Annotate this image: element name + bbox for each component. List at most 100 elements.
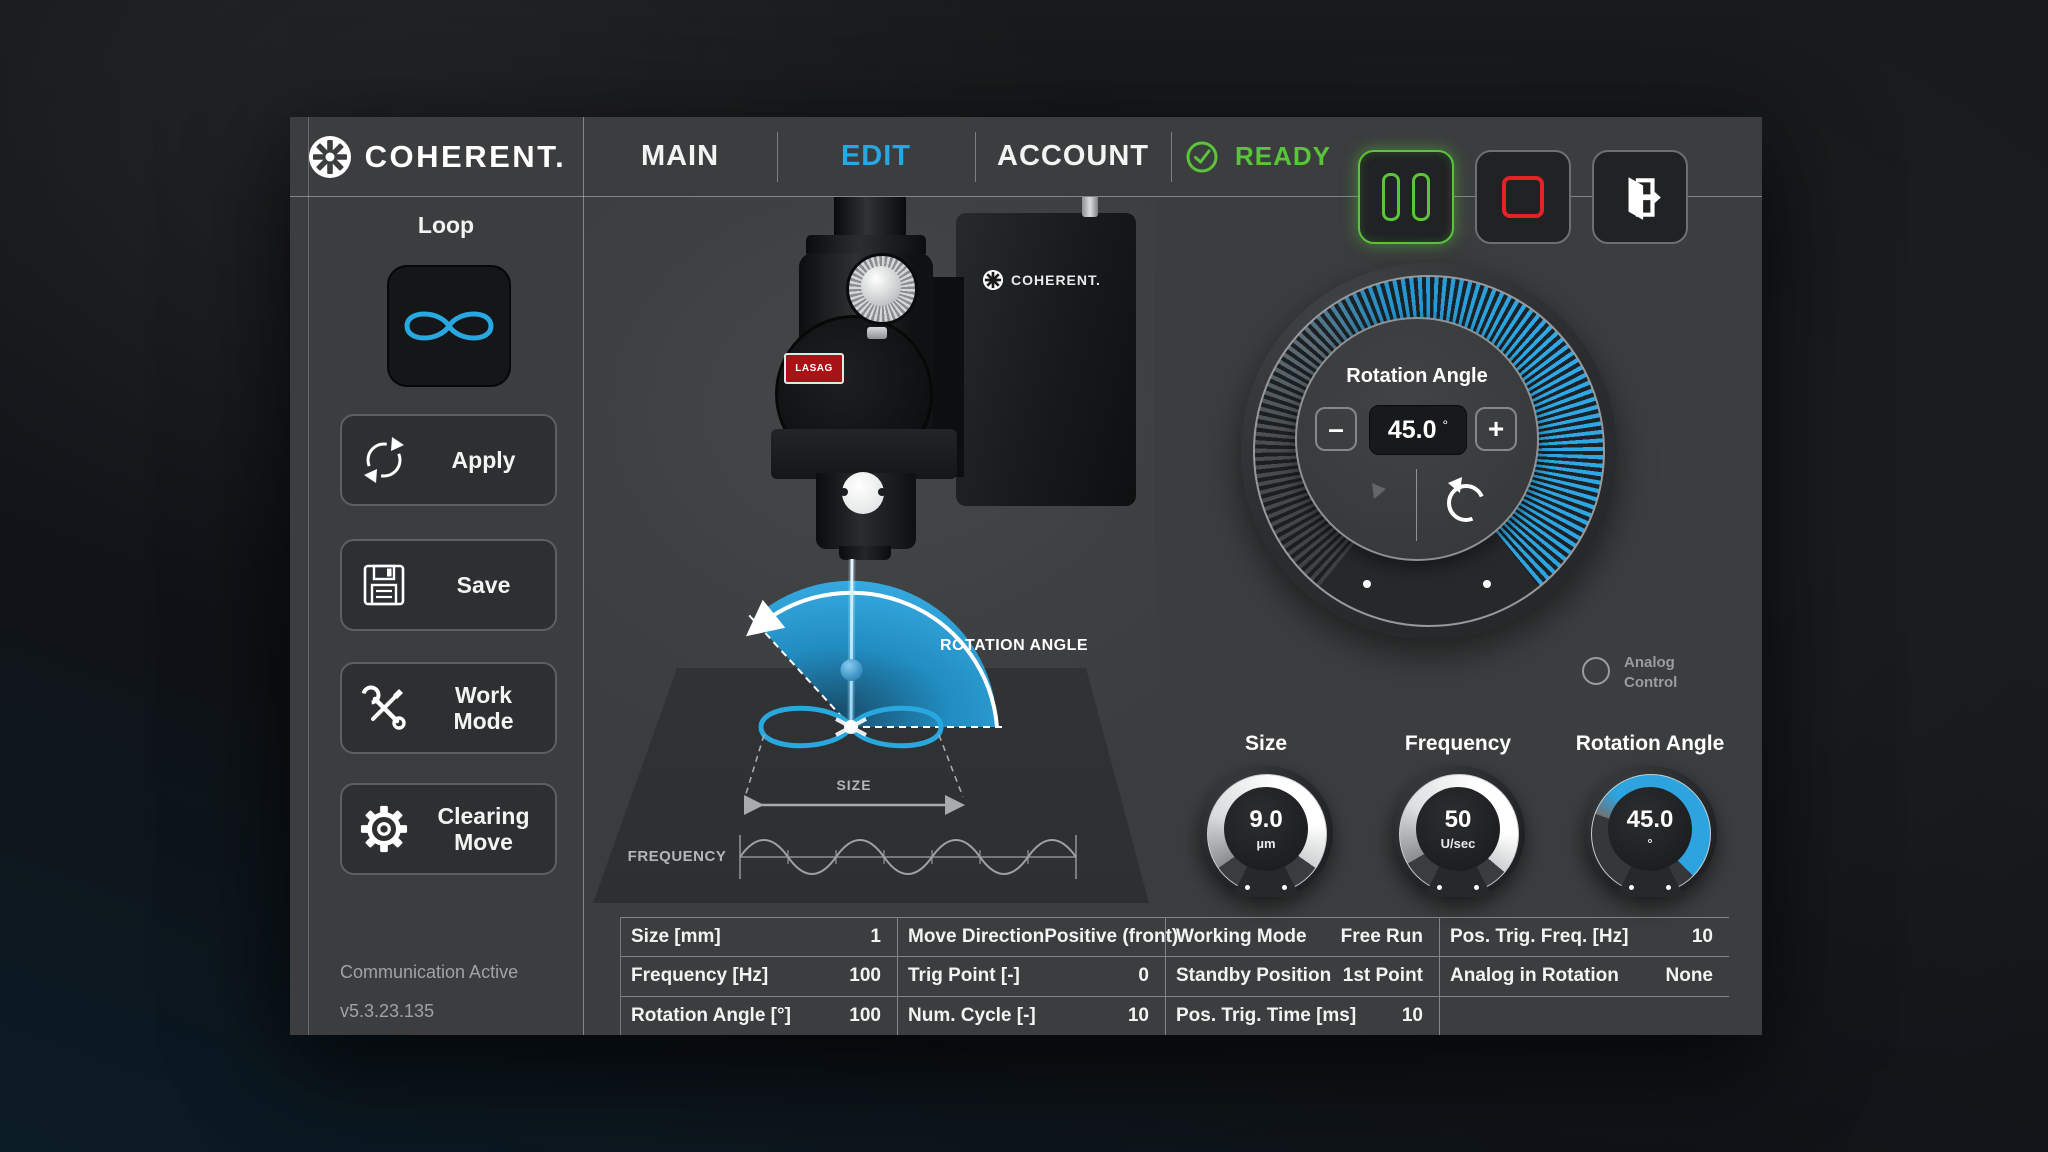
table-row: Pos. Trig. Time [ms] 10 (1166, 996, 1439, 1035)
tab-account[interactable]: ACCOUNT (975, 117, 1171, 196)
gear-icon (342, 804, 426, 854)
table-column: Size [mm]1Frequency [Hz]100Rotation Angl… (621, 917, 898, 1035)
table-cell-label: Frequency [Hz] (631, 965, 768, 987)
table-cell-value: 100 (849, 965, 881, 987)
exit-button[interactable] (1592, 150, 1688, 244)
table-column: Move DirectionPositive (front)Trig Point… (898, 917, 1166, 1035)
angle-unit: ° (1443, 417, 1449, 433)
communication-status: Communication Active (340, 962, 518, 983)
focus-ball (841, 659, 863, 681)
rotate-clockwise-icon[interactable] (1341, 477, 1395, 535)
work-mode-label: Work Mode (426, 682, 555, 735)
brand-logo: COHERENT. (290, 117, 583, 196)
table-cell-value: 100 (849, 1005, 881, 1027)
infinity-loop-icon (397, 296, 501, 356)
coherent-starburst-icon (307, 134, 353, 180)
work-mode-button[interactable]: Work Mode (340, 662, 557, 754)
frequency-knob-unit: U/sec (1441, 836, 1476, 851)
analog-control-radio[interactable]: Analog Control (1582, 653, 1677, 692)
table-cell-value: None (1666, 965, 1714, 987)
table-cell-value: Free Run (1341, 926, 1423, 948)
table-column: Working Mode Free Run Standby Position1st … (1166, 917, 1440, 1035)
table-cell-label: Pos. Trig. Freq. [Hz] (1450, 926, 1628, 948)
frequency-caption: FREQUENCY (602, 848, 752, 865)
save-button[interactable]: Save (340, 539, 557, 631)
analog-label-line2: Control (1624, 674, 1677, 691)
pause-button[interactable] (1358, 150, 1454, 244)
table-row: Frequency [Hz] 100 (621, 956, 897, 995)
table-cell-value: 1st Point (1343, 965, 1423, 987)
dial-title: Rotation Angle (1297, 365, 1537, 388)
table-row: Analog in Rotation None (1440, 956, 1729, 995)
table-cell-label: Pos. Trig. Time [ms] (1176, 1005, 1356, 1027)
angle-value: 45.0 (1388, 416, 1437, 445)
apply-button[interactable]: Apply (340, 414, 557, 506)
size-knob-value: 9.0 (1249, 808, 1282, 832)
tab-separator (1171, 132, 1172, 182)
laser-beam (851, 559, 852, 727)
rotation-knob-unit: ° (1647, 836, 1652, 851)
version-label: v5.3.23.135 (340, 1001, 434, 1022)
table-cell-label: Num. Cycle [-] (908, 1005, 1036, 1027)
frequency-knob-title: Frequency (1358, 732, 1558, 756)
size-knob-title: Size (1166, 732, 1366, 756)
angle-value-display[interactable]: 45.0 ° (1369, 405, 1467, 455)
table-row: Size [mm] 1 (621, 917, 897, 956)
sync-arrows-icon (342, 434, 426, 486)
rotation-angle-knob[interactable]: 45.0 ° (1583, 766, 1717, 900)
apply-label: Apply (426, 447, 555, 473)
tools-icon (342, 683, 426, 733)
tab-main[interactable]: MAIN (583, 117, 777, 196)
table-row: Move DirectionPositive (front) (898, 917, 1165, 956)
rotation-dial[interactable]: Rotation Angle – 45.0 ° + (1241, 263, 1617, 639)
status-label: READY (1235, 141, 1331, 172)
table-cell-label: Trig Point [-] (908, 965, 1020, 987)
table-cell-value: 0 (1138, 965, 1149, 987)
app-window: COHERENT. MAIN EDIT ACCOUNT READY (290, 117, 1762, 1035)
exit-door-icon (1615, 172, 1665, 222)
stop-icon (1502, 176, 1544, 218)
decrease-angle-button[interactable]: – (1315, 407, 1357, 451)
table-column: Pos. Trig. Freq. [Hz] 10 Analog in Rotatio… (1440, 917, 1729, 1035)
status-indicator: READY (1185, 117, 1331, 196)
table-cell-label: Size [mm] (631, 926, 721, 948)
table-cell-value: 1 (870, 926, 881, 948)
table-cell-label: Working Mode (1176, 926, 1307, 948)
frequency-knob[interactable]: 50 U/sec (1391, 766, 1525, 900)
table-row: Num. Cycle [-] 10 (898, 996, 1165, 1035)
floppy-disk-icon (342, 562, 426, 608)
rotation-knob-title: Rotation Angle (1550, 732, 1750, 756)
radio-circle-icon[interactable] (1582, 657, 1610, 685)
table-cell-label: Move Direction (908, 926, 1044, 948)
direction-divider (1416, 469, 1417, 541)
table-row: Trig Point [-] 0 (898, 956, 1165, 995)
parameter-table: Size [mm]1Frequency [Hz]100Rotation Angl… (620, 917, 1729, 1035)
increase-angle-button[interactable]: + (1475, 407, 1517, 451)
clearing-move-label: Clearing Move (426, 803, 555, 856)
rotation-dial-face: Rotation Angle – 45.0 ° + (1295, 317, 1539, 561)
brand-name: COHERENT. (365, 139, 567, 175)
table-cell-value: 10 (1128, 1005, 1149, 1027)
laser-illustration-panel: COHERENT. LASAG (584, 197, 1155, 905)
size-caption: SIZE (799, 777, 909, 793)
table-cell-value: 10 (1692, 926, 1713, 948)
table-cell-value: Positive (front) (1044, 926, 1178, 948)
clearing-move-button[interactable]: Clearing Move (340, 783, 557, 875)
pause-icon (1382, 173, 1430, 221)
dial-marker-dot (1483, 580, 1491, 588)
loop-mode-button[interactable] (387, 265, 511, 387)
tab-edit[interactable]: EDIT (777, 117, 975, 196)
size-knob-unit: µm (1256, 836, 1275, 851)
ready-check-icon (1185, 140, 1219, 174)
process-diagram (584, 197, 1155, 905)
table-row: Rotation Angle [°] 100 (621, 996, 897, 1035)
stop-button[interactable] (1475, 150, 1571, 244)
rotate-counterclockwise-icon[interactable] (1439, 471, 1493, 529)
rotation-angle-caption: ROTATION ANGLE (924, 637, 1104, 655)
table-cell-label: Analog in Rotation (1450, 965, 1619, 987)
table-row: Standby Position1st Point (1166, 956, 1439, 995)
rotation-knob-value: 45.0 (1627, 808, 1674, 832)
table-cell-label: Rotation Angle [°] (631, 1005, 791, 1027)
size-knob[interactable]: 9.0 µm (1199, 766, 1333, 900)
table-cell-value: 10 (1402, 1005, 1423, 1027)
